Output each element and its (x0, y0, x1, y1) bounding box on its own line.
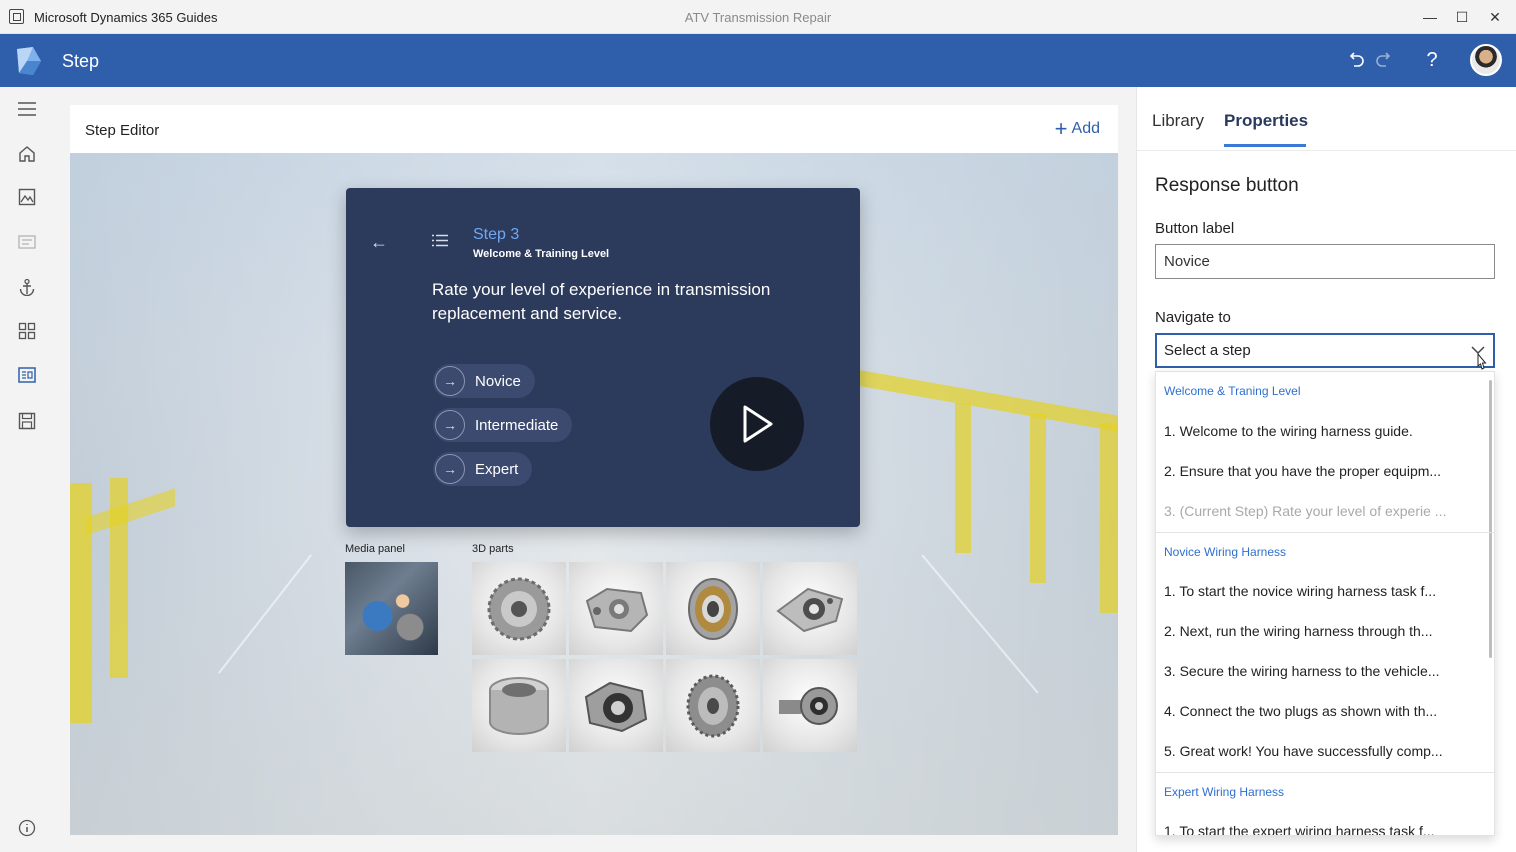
part-thumbnail[interactable] (763, 562, 857, 655)
button-label-title: Button label (1155, 220, 1235, 237)
media-panel-label: Media panel (345, 543, 405, 555)
step-card[interactable]: ← Step 3 Welcome & Training Level Rate y… (346, 188, 860, 527)
back-arrow-icon[interactable]: ← (370, 232, 388, 253)
button-label-input[interactable]: Novice (1155, 244, 1495, 279)
parts-label: 3D parts (472, 543, 514, 555)
mouse-cursor-icon (1477, 353, 1487, 370)
step-number: Step 3 (473, 226, 520, 243)
media-panel-thumbnail[interactable] (345, 562, 438, 655)
redo-icon[interactable] (1372, 48, 1396, 72)
step-editor-title: Step Editor (85, 122, 160, 139)
undo-icon[interactable] (1344, 48, 1368, 72)
plus-icon: + (1054, 116, 1068, 141)
response-button-novice[interactable]: → Novice (433, 364, 535, 398)
dropdown-item[interactable]: 1. To start the expert wiring harness ta… (1164, 823, 1484, 835)
step-subtitle: Welcome & Training Level (473, 248, 610, 260)
dropdown-scrollbar[interactable] (1489, 380, 1492, 658)
title-bar: Microsoft Dynamics 365 Guides ATV Transm… (0, 0, 1516, 34)
minimize-button[interactable]: — (1419, 6, 1441, 28)
navigate-to-title: Navigate to (1155, 309, 1231, 326)
dropdown-divider (1156, 772, 1494, 773)
response-button-intermediate[interactable]: → Intermediate (433, 408, 573, 442)
floor-line (921, 554, 1039, 694)
dropdown-item[interactable]: 3. Secure the wiring harness to the vehi… (1164, 663, 1484, 679)
guides-logo-icon (17, 47, 41, 75)
play-button[interactable] (710, 377, 804, 471)
dropdown-item[interactable]: 1. Welcome to the wiring harness guide. (1164, 423, 1484, 439)
navigate-to-value: Select a step (1164, 342, 1251, 359)
add-button[interactable]: + Add (1054, 116, 1100, 141)
maximize-button[interactable]: ☐ (1451, 6, 1473, 28)
app-header: Step ? (0, 34, 1516, 87)
save-icon[interactable] (15, 409, 39, 433)
arrow-right-icon: → (435, 410, 465, 440)
response-label: Expert (475, 460, 519, 478)
dropdown-item-current: 3. (Current Step) Rate your level of exp… (1164, 503, 1447, 519)
railing-post (110, 478, 128, 678)
step-dropdown-list[interactable]: Welcome & Traning Level 1. Welcome to th… (1155, 371, 1495, 836)
step-card-icon[interactable] (15, 363, 39, 387)
home-icon[interactable] (15, 142, 39, 166)
dropdown-item[interactable]: 4. Connect the two plugs as shown with t… (1164, 703, 1484, 719)
part-thumbnail[interactable] (666, 659, 760, 752)
section-title: Response button (1155, 175, 1299, 196)
info-icon[interactable] (15, 816, 39, 840)
page-title: Step (62, 51, 100, 71)
railing-post (1030, 413, 1046, 583)
play-icon (743, 405, 773, 443)
arrow-right-icon: → (435, 454, 465, 484)
document-title: ATV Transmission Repair (684, 10, 832, 25)
help-icon[interactable]: ? (1420, 48, 1444, 72)
railing-post (1100, 423, 1118, 613)
railing-bar (85, 488, 175, 536)
response-button-expert[interactable]: → Expert (433, 452, 533, 486)
part-thumbnail[interactable] (472, 562, 566, 655)
dropdown-item[interactable]: 2. Next, run the wiring harness through … (1164, 623, 1484, 639)
add-label: Add (1071, 120, 1100, 137)
railing-post (955, 403, 971, 553)
close-button[interactable]: ✕ (1484, 6, 1506, 28)
part-thumbnail[interactable] (472, 659, 566, 752)
dropdown-divider (1156, 532, 1494, 533)
left-rail (0, 87, 54, 852)
railing-bar (860, 370, 1118, 432)
dropdown-group-header: Novice Wiring Harness (1164, 545, 1287, 559)
list-icon[interactable] (432, 234, 448, 247)
panel-tabs: Library Properties (1137, 87, 1516, 151)
part-thumbnail[interactable] (666, 562, 760, 655)
part-thumbnail[interactable] (763, 659, 857, 752)
text-icon[interactable] (15, 230, 39, 254)
step-editor-header: Step Editor + Add (70, 105, 1118, 153)
dropdown-group-header: Welcome & Traning Level (1164, 384, 1301, 398)
grid-icon[interactable] (15, 319, 39, 343)
part-thumbnail[interactable] (569, 562, 663, 655)
dropdown-item[interactable]: 1. To start the novice wiring harness ta… (1164, 583, 1484, 599)
arrow-right-icon: → (435, 366, 465, 396)
step-question: Rate your level of experience in transmi… (432, 280, 771, 323)
step-editor-panel: Step Editor + Add ← Step 3 Welcome & Tra… (70, 105, 1118, 835)
part-thumbnail[interactable] (569, 659, 663, 752)
tab-properties[interactable]: Properties (1224, 111, 1308, 131)
properties-panel: Library Properties Response button Butto… (1136, 87, 1516, 852)
dropdown-group-header: Expert Wiring Harness (1164, 785, 1285, 799)
menu-icon[interactable] (15, 97, 39, 121)
factory-background: ← Step 3 Welcome & Training Level Rate y… (70, 153, 1118, 835)
floor-line (218, 554, 312, 674)
anchor-icon[interactable] (15, 275, 39, 299)
avatar[interactable] (1470, 44, 1502, 76)
response-label: Intermediate (475, 416, 559, 434)
navigate-to-select[interactable]: Select a step (1155, 333, 1495, 368)
active-tab-indicator (1224, 144, 1306, 147)
response-label: Novice (475, 372, 521, 390)
dropdown-item[interactable]: 5. Great work! You have successfully com… (1164, 743, 1484, 759)
tab-library[interactable]: Library (1152, 111, 1204, 131)
dropdown-item[interactable]: 2. Ensure that you have the proper equip… (1164, 463, 1484, 479)
image-icon[interactable] (15, 185, 39, 209)
